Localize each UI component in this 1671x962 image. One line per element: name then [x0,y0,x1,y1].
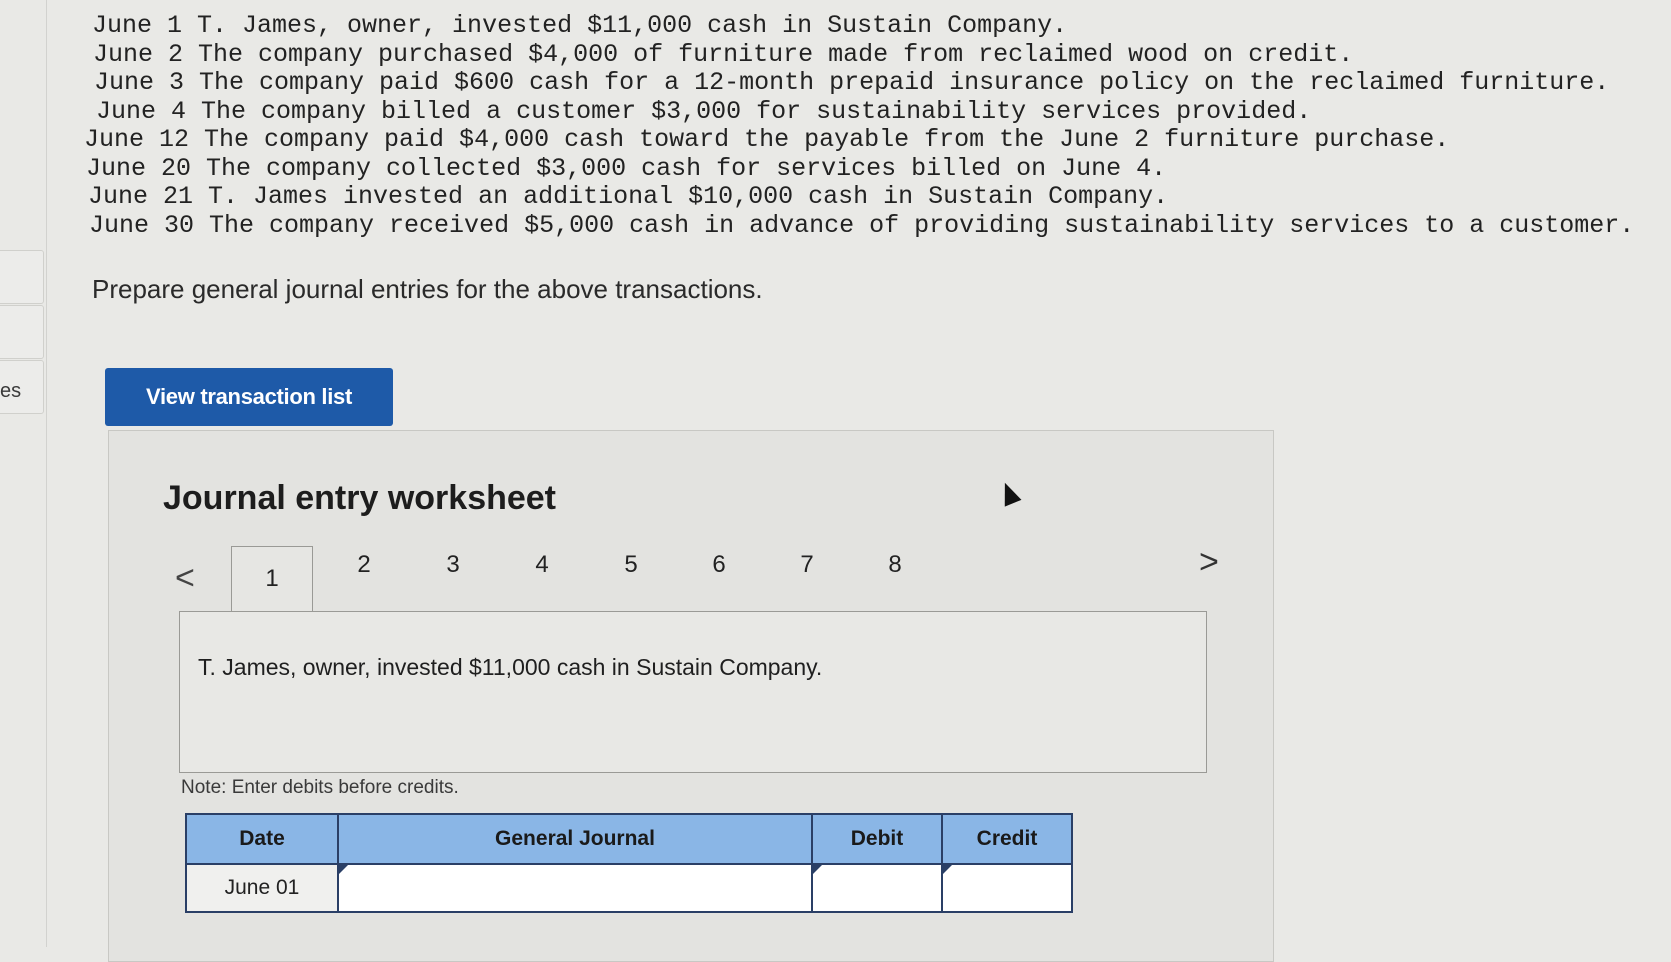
tab-4[interactable]: 4 [502,551,582,579]
transaction-line: June 4 The company billed a customer $3,… [96,96,1312,126]
worksheet-title: Journal entry worksheet [163,479,557,517]
column-header-general-journal: General Journal [337,813,813,865]
instruction-text: Prepare general journal entries for the … [92,274,763,304]
transaction-line: June 2 The company purchased $4,000 of f… [93,39,1354,69]
chevron-left-icon[interactable]: < [175,559,195,598]
transaction-description-box: T. James, owner, invested $11,000 cash i… [179,611,1207,773]
tab-7[interactable]: 7 [767,551,847,579]
left-panel-tile[interactable] [0,250,44,304]
left-panel-tile[interactable] [0,305,44,359]
chevron-right-icon[interactable]: > [1199,543,1219,582]
tab-5[interactable]: 5 [591,551,671,579]
transaction-line: June 21 T. James invested an additional … [88,182,1169,211]
journal-entry-worksheet: Journal entry worksheet < 1 2 3 4 5 6 7 … [108,430,1274,962]
general-journal-table: Date General Journal Debit Credit June 0… [185,813,1073,913]
column-header-debit: Debit [811,813,943,865]
credit-input[interactable] [941,863,1073,913]
transaction-description: T. James, owner, invested $11,000 cash i… [198,654,823,680]
tab-6[interactable]: 6 [679,551,759,579]
debit-input[interactable] [811,863,943,913]
tab-8[interactable]: 8 [855,551,935,579]
left-panel-edge: es [0,0,47,947]
tab-2[interactable]: 2 [324,551,404,579]
table-row: June 01 [185,863,1073,913]
general-journal-input[interactable] [337,863,813,913]
note-text: Note: Enter debits before credits. [181,777,459,798]
transaction-list: June 1 T. James, owner, invested $11,000… [84,11,1635,240]
left-panel-label: es [0,380,22,402]
transaction-line: June 30 The company received $5,000 cash… [89,210,1635,240]
column-header-date: Date [185,813,339,865]
tab-3[interactable]: 3 [413,551,493,579]
transaction-line: June 1 T. James, owner, invested $11,000… [92,11,1068,40]
tab-1[interactable]: 1 [231,546,313,617]
transaction-line: June 12 The company paid $4,000 cash tow… [84,125,1450,154]
transaction-line: June 20 The company collected $3,000 cas… [86,153,1167,183]
date-cell: June 01 [185,863,339,913]
column-header-credit: Credit [941,813,1073,865]
view-transaction-list-button[interactable]: View transaction list [105,368,393,426]
transaction-line: June 3 The company paid $600 cash for a … [94,68,1610,97]
